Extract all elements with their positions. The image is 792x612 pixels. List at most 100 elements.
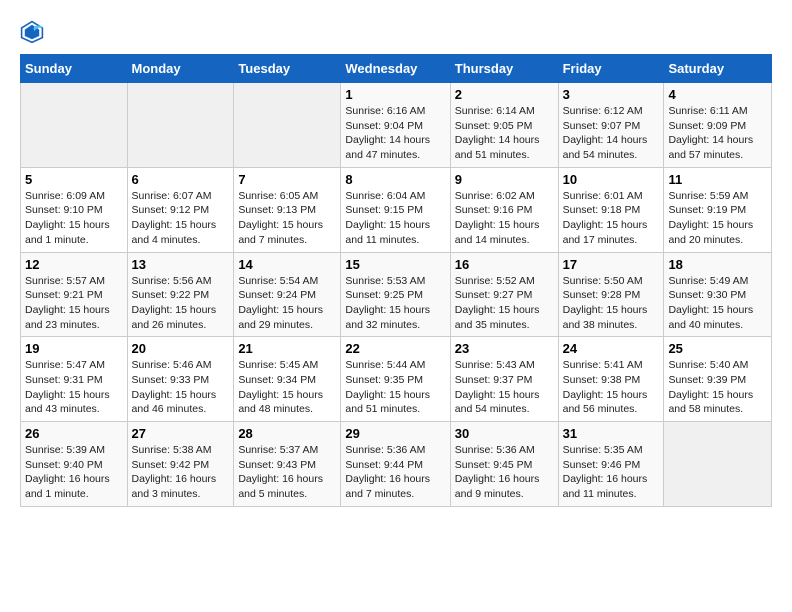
day-number: 2 [455, 87, 554, 102]
calendar-cell: 26 Sunrise: 5:39 AM Sunset: 9:40 PM Dayli… [21, 422, 128, 507]
day-info: Sunrise: 5:46 AM Sunset: 9:33 PM Dayligh… [132, 358, 230, 417]
day-number: 15 [345, 257, 445, 272]
calendar-cell: 2 Sunrise: 6:14 AM Sunset: 9:05 PM Daylig… [450, 83, 558, 168]
calendar-header-row: SundayMondayTuesdayWednesdayThursdayFrid… [21, 55, 772, 83]
calendar-cell: 17 Sunrise: 5:50 AM Sunset: 9:28 PM Dayli… [558, 252, 664, 337]
calendar-cell: 5 Sunrise: 6:09 AM Sunset: 9:10 PM Daylig… [21, 167, 128, 252]
day-info: Sunrise: 5:53 AM Sunset: 9:25 PM Dayligh… [345, 274, 445, 333]
calendar-cell: 19 Sunrise: 5:47 AM Sunset: 9:31 PM Dayli… [21, 337, 128, 422]
day-info: Sunrise: 6:09 AM Sunset: 9:10 PM Dayligh… [25, 189, 123, 248]
day-info: Sunrise: 6:01 AM Sunset: 9:18 PM Dayligh… [563, 189, 660, 248]
calendar-cell: 20 Sunrise: 5:46 AM Sunset: 9:33 PM Dayli… [127, 337, 234, 422]
day-number: 29 [345, 426, 445, 441]
header-wednesday: Wednesday [341, 55, 450, 83]
calendar-cell: 27 Sunrise: 5:38 AM Sunset: 9:42 PM Dayli… [127, 422, 234, 507]
day-info: Sunrise: 5:39 AM Sunset: 9:40 PM Dayligh… [25, 443, 123, 502]
calendar-cell: 28 Sunrise: 5:37 AM Sunset: 9:43 PM Dayli… [234, 422, 341, 507]
calendar-cell: 3 Sunrise: 6:12 AM Sunset: 9:07 PM Daylig… [558, 83, 664, 168]
day-number: 6 [132, 172, 230, 187]
header-saturday: Saturday [664, 55, 772, 83]
day-number: 5 [25, 172, 123, 187]
day-info: Sunrise: 6:05 AM Sunset: 9:13 PM Dayligh… [238, 189, 336, 248]
day-number: 28 [238, 426, 336, 441]
day-number: 13 [132, 257, 230, 272]
day-info: Sunrise: 5:47 AM Sunset: 9:31 PM Dayligh… [25, 358, 123, 417]
day-info: Sunrise: 5:49 AM Sunset: 9:30 PM Dayligh… [668, 274, 767, 333]
day-number: 14 [238, 257, 336, 272]
calendar-cell: 22Sunrise: 5:44 AM Sunset: 9:35 PM Dayli… [341, 337, 450, 422]
header-sunday: Sunday [21, 55, 128, 83]
calendar-cell: 18 Sunrise: 5:49 AM Sunset: 9:30 PM Dayli… [664, 252, 772, 337]
day-number: 11 [668, 172, 767, 187]
calendar-cell [234, 83, 341, 168]
day-info: Sunrise: 5:50 AM Sunset: 9:28 PM Dayligh… [563, 274, 660, 333]
day-number: 1 [345, 87, 445, 102]
day-number: 17 [563, 257, 660, 272]
day-info: Sunrise: 5:52 AM Sunset: 9:27 PM Dayligh… [455, 274, 554, 333]
calendar-cell: 11 Sunrise: 5:59 AM Sunset: 9:19 PM Dayli… [664, 167, 772, 252]
day-info: Sunrise: 5:44 AM Sunset: 9:35 PM Dayligh… [345, 358, 445, 417]
calendar-cell: 31 Sunrise: 5:35 AM Sunset: 9:46 PM Dayli… [558, 422, 664, 507]
header-monday: Monday [127, 55, 234, 83]
day-info: Sunrise: 6:14 AM Sunset: 9:05 PM Dayligh… [455, 104, 554, 163]
header [20, 20, 772, 44]
day-number: 20 [132, 341, 230, 356]
day-info: Sunrise: 5:54 AM Sunset: 9:24 PM Dayligh… [238, 274, 336, 333]
day-number: 8 [345, 172, 445, 187]
day-number: 3 [563, 87, 660, 102]
calendar-cell: 30 Sunrise: 5:36 AM Sunset: 9:45 PM Dayli… [450, 422, 558, 507]
day-info: Sunrise: 5:43 AM Sunset: 9:37 PM Dayligh… [455, 358, 554, 417]
calendar-cell: 25 Sunrise: 5:40 AM Sunset: 9:39 PM Dayli… [664, 337, 772, 422]
calendar-cell: 29 Sunrise: 5:36 AM Sunset: 9:44 PM Dayli… [341, 422, 450, 507]
calendar-cell: 4 Sunrise: 6:11 AM Sunset: 9:09 PM Daylig… [664, 83, 772, 168]
week-row-2: 5 Sunrise: 6:09 AM Sunset: 9:10 PM Daylig… [21, 167, 772, 252]
day-info: Sunrise: 5:37 AM Sunset: 9:43 PM Dayligh… [238, 443, 336, 502]
header-tuesday: Tuesday [234, 55, 341, 83]
calendar-table: SundayMondayTuesdayWednesdayThursdayFrid… [20, 54, 772, 507]
calendar-cell: 9Sunrise: 6:02 AM Sunset: 9:16 PM Daylig… [450, 167, 558, 252]
day-info: Sunrise: 5:36 AM Sunset: 9:45 PM Dayligh… [455, 443, 554, 502]
week-row-4: 19 Sunrise: 5:47 AM Sunset: 9:31 PM Dayli… [21, 337, 772, 422]
day-number: 4 [668, 87, 767, 102]
calendar-cell: 13 Sunrise: 5:56 AM Sunset: 9:22 PM Dayli… [127, 252, 234, 337]
day-info: Sunrise: 5:38 AM Sunset: 9:42 PM Dayligh… [132, 443, 230, 502]
day-number: 10 [563, 172, 660, 187]
calendar-cell: 16 Sunrise: 5:52 AM Sunset: 9:27 PM Dayli… [450, 252, 558, 337]
logo-icon [20, 20, 44, 44]
header-friday: Friday [558, 55, 664, 83]
day-info: Sunrise: 6:16 AM Sunset: 9:04 PM Dayligh… [345, 104, 445, 163]
header-thursday: Thursday [450, 55, 558, 83]
calendar-cell: 14 Sunrise: 5:54 AM Sunset: 9:24 PM Dayli… [234, 252, 341, 337]
day-number: 25 [668, 341, 767, 356]
day-info: Sunrise: 5:41 AM Sunset: 9:38 PM Dayligh… [563, 358, 660, 417]
day-info: Sunrise: 6:11 AM Sunset: 9:09 PM Dayligh… [668, 104, 767, 163]
day-number: 24 [563, 341, 660, 356]
calendar-cell: 6Sunrise: 6:07 AM Sunset: 9:12 PM Daylig… [127, 167, 234, 252]
calendar-cell: 1 Sunrise: 6:16 AM Sunset: 9:04 PM Daylig… [341, 83, 450, 168]
day-info: Sunrise: 6:04 AM Sunset: 9:15 PM Dayligh… [345, 189, 445, 248]
day-number: 26 [25, 426, 123, 441]
day-number: 9 [455, 172, 554, 187]
day-info: Sunrise: 5:57 AM Sunset: 9:21 PM Dayligh… [25, 274, 123, 333]
calendar-cell [127, 83, 234, 168]
week-row-1: 1 Sunrise: 6:16 AM Sunset: 9:04 PM Daylig… [21, 83, 772, 168]
day-info: Sunrise: 5:35 AM Sunset: 9:46 PM Dayligh… [563, 443, 660, 502]
day-info: Sunrise: 6:12 AM Sunset: 9:07 PM Dayligh… [563, 104, 660, 163]
day-number: 7 [238, 172, 336, 187]
day-info: Sunrise: 5:59 AM Sunset: 9:19 PM Dayligh… [668, 189, 767, 248]
calendar-cell [664, 422, 772, 507]
day-number: 30 [455, 426, 554, 441]
week-row-3: 12Sunrise: 5:57 AM Sunset: 9:21 PM Dayli… [21, 252, 772, 337]
day-info: Sunrise: 5:40 AM Sunset: 9:39 PM Dayligh… [668, 358, 767, 417]
day-number: 18 [668, 257, 767, 272]
day-info: Sunrise: 5:56 AM Sunset: 9:22 PM Dayligh… [132, 274, 230, 333]
day-number: 16 [455, 257, 554, 272]
day-number: 19 [25, 341, 123, 356]
day-number: 27 [132, 426, 230, 441]
day-info: Sunrise: 5:36 AM Sunset: 9:44 PM Dayligh… [345, 443, 445, 502]
day-number: 31 [563, 426, 660, 441]
calendar-cell: 24 Sunrise: 5:41 AM Sunset: 9:38 PM Dayli… [558, 337, 664, 422]
calendar-cell: 23Sunrise: 5:43 AM Sunset: 9:37 PM Dayli… [450, 337, 558, 422]
calendar-cell: 7 Sunrise: 6:05 AM Sunset: 9:13 PM Daylig… [234, 167, 341, 252]
calendar-cell: 15 Sunrise: 5:53 AM Sunset: 9:25 PM Dayli… [341, 252, 450, 337]
